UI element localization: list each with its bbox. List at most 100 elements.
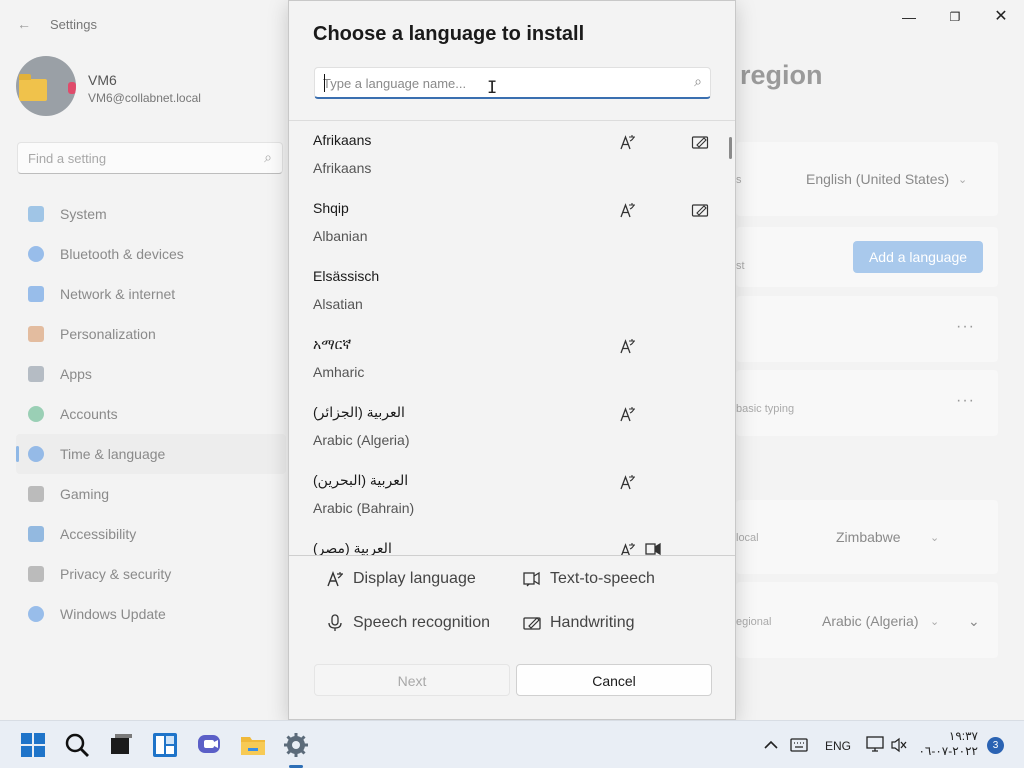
language-entry-card-2: basic typing ··· [736, 370, 998, 436]
sidebar-item-system[interactable]: System [16, 194, 286, 234]
sidebar-item-privacy-security[interactable]: Privacy & security [16, 554, 286, 594]
cancel-button[interactable]: Cancel [516, 664, 712, 696]
regional-format-dropdown[interactable]: Arabic (Algeria) [822, 613, 918, 629]
legend-speech-label: Speech recognition [353, 614, 490, 631]
more-options-icon[interactable]: ··· [956, 318, 975, 336]
expand-chevron-icon[interactable]: ⌄ [968, 613, 980, 630]
notification-badge[interactable]: 3 [987, 737, 1004, 754]
language-english-name: Amharic [313, 364, 365, 380]
legend-display-label: Display language [353, 570, 476, 587]
display-language-icon [619, 473, 637, 491]
display-language-icon [619, 337, 637, 355]
shield-icon [28, 566, 44, 582]
display-language-icon [619, 541, 637, 555]
language-native-name: العربية (الجزائر) [313, 404, 405, 420]
language-native-name: አማርኛ [313, 336, 352, 352]
search-icon: ⌕ [694, 73, 702, 89]
sidebar-item-apps[interactable]: Apps [16, 354, 286, 394]
regional-format-card: egional Arabic (Algeria) ⌄ ⌄ [736, 582, 998, 658]
sidebar-item-label: Personalization [60, 326, 156, 342]
sidebar-item-gaming[interactable]: Gaming [16, 474, 286, 514]
list-item[interactable]: العربية (البحرين) Arabic (Bahrain) [289, 461, 735, 529]
list-item[interactable]: Shqip Albanian [289, 189, 735, 257]
network-icon[interactable] [866, 736, 884, 752]
task-view-icon[interactable] [108, 732, 134, 758]
input-language-indicator[interactable]: ENG [825, 739, 851, 753]
profile-name: VM6 [88, 72, 117, 88]
sidebar-item-label: Gaming [60, 486, 110, 502]
handwriting-icon [691, 201, 709, 219]
country-region-card: local Zimbabwe ⌄ [736, 500, 998, 574]
settings-icon[interactable] [283, 732, 309, 758]
list-item[interactable]: አማርኛ Amharic [289, 325, 735, 393]
teams-chat-icon[interactable] [196, 732, 222, 758]
sidebar-item-label: Privacy & security [60, 566, 172, 582]
next-button[interactable]: Next [314, 664, 510, 696]
chevron-down-icon: ⌄ [930, 616, 940, 628]
user-profile[interactable]: VM6 VM6@collabnet.local [16, 56, 201, 116]
language-native-name: العربية (مصر) [313, 540, 392, 555]
taskbar-clock[interactable]: ١٩:٣٧ ٢٠٢٢-٠٧-٠٦ [904, 729, 978, 759]
sidebar-item-bluetooth-devices[interactable]: Bluetooth & devices [16, 234, 286, 274]
avatar [16, 56, 76, 116]
start-icon[interactable] [20, 732, 46, 758]
restore-button[interactable]: ❐ [932, 6, 978, 28]
legend-handwriting-label: Handwriting [550, 614, 635, 631]
chevron-down-icon: ⌄ [958, 174, 968, 186]
update-icon [28, 606, 44, 622]
widgets-icon[interactable] [152, 732, 178, 758]
text-to-speech-icon [644, 541, 662, 555]
clock-time: ١٩:٣٧ [948, 729, 978, 743]
list-divider [289, 555, 735, 556]
list-scrollbar[interactable] [729, 137, 732, 159]
list-item[interactable]: العربية (مصر) [289, 529, 735, 555]
dialog-title: Choose a language to install [313, 23, 585, 45]
language-native-name: العربية (البحرين) [313, 472, 409, 488]
country-dropdown[interactable]: Zimbabwe [836, 529, 901, 545]
sidebar-item-personalization[interactable]: Personalization [16, 314, 286, 354]
gamepad-icon [28, 486, 44, 502]
language-native-name: Elsässisch [313, 268, 380, 284]
sidebar-item-label: Windows Update [60, 606, 166, 622]
legend-tts-label: Text-to-speech [550, 570, 655, 587]
sidebar-item-label: System [60, 206, 107, 222]
display-language-icon [327, 571, 343, 587]
card6-partial-text: egional [736, 616, 772, 628]
sidebar-item-accessibility[interactable]: Accessibility [16, 514, 286, 554]
sidebar-item-time-language[interactable]: Time & language [16, 434, 286, 474]
minimize-button[interactable]: — [886, 6, 932, 28]
chevron-up-icon[interactable] [763, 738, 779, 752]
language-list[interactable]: Afrikaans Afrikaans Shqip Albanian Elsässisc… [289, 121, 735, 555]
language-entry-card-1: ··· [736, 296, 998, 362]
sidebar-item-label: Accessibility [60, 526, 137, 542]
search-icon[interactable] [64, 732, 90, 758]
language-english-name: Arabic (Algeria) [313, 432, 410, 448]
add-language-button[interactable]: Add a language [853, 241, 983, 273]
list-item[interactable]: Elsässisch Alsatian [289, 257, 735, 325]
folder-icon [19, 74, 47, 101]
language-english-name: Afrikaans [313, 160, 372, 176]
keyboard-icon[interactable] [790, 738, 808, 752]
sidebar-item-accounts[interactable]: Accounts [16, 394, 286, 434]
language-search-box[interactable]: ⌕ [314, 67, 711, 99]
file-explorer-icon[interactable] [240, 732, 266, 758]
display-language-icon [619, 133, 637, 151]
display-language-icon [619, 405, 637, 423]
display-language-icon [619, 201, 637, 219]
person-icon [28, 406, 44, 422]
find-setting-input[interactable]: Find a setting ⌕ [17, 142, 283, 174]
card1-partial-text: s [736, 174, 742, 186]
sidebar-item-windows-update[interactable]: Windows Update [16, 594, 286, 634]
close-button[interactable]: ✕ [978, 6, 1024, 28]
list-item[interactable]: العربية (الجزائر) Arabic (Algeria) [289, 393, 735, 461]
bluetooth-icon [28, 246, 44, 262]
card5-partial-text: local [736, 532, 759, 544]
list-item[interactable]: Afrikaans Afrikaans [289, 121, 735, 189]
display-language-dropdown[interactable]: English (United States) [806, 171, 949, 187]
profile-email: VM6@collabnet.local [88, 91, 201, 105]
more-options-icon[interactable]: ··· [956, 392, 975, 410]
language-english-name: Albanian [313, 228, 368, 244]
back-arrow-icon[interactable]: ← [14, 14, 34, 34]
sidebar-item-network-internet[interactable]: Network & internet [16, 274, 286, 314]
handwriting-icon [523, 617, 541, 630]
